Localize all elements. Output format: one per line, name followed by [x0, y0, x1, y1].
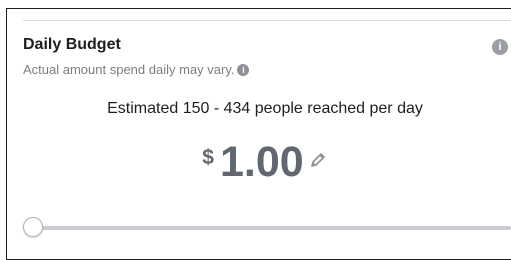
budget-amount-row: $1.00 — [0, 138, 511, 186]
currency-symbol: $ — [202, 146, 214, 169]
budget-slider-track[interactable] — [36, 226, 511, 230]
budget-amount[interactable]: 1.00 — [220, 138, 304, 186]
section-title: Daily Budget — [23, 36, 121, 53]
reach-estimate: Estimated 150 - 434 people reached per d… — [107, 100, 423, 117]
divider — [23, 20, 511, 21]
budget-slider-thumb[interactable] — [23, 217, 43, 237]
subtitle-text: Actual amount spend daily may vary. — [23, 62, 235, 77]
pencil-icon[interactable] — [308, 150, 328, 175]
info-icon[interactable]: i — [492, 39, 508, 55]
subtitle-info-icon[interactable]: i — [237, 64, 250, 76]
budget-subtitle: Actual amount spend daily may vary. i — [23, 62, 250, 77]
